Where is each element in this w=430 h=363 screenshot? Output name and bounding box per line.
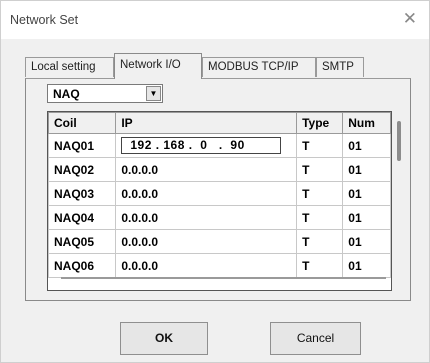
ip-cell[interactable]: 0.0.0.0 xyxy=(115,253,298,278)
num-cell[interactable]: 01 xyxy=(342,253,391,278)
ip-address-input[interactable]: 192 . 168 . 0 . 90 xyxy=(121,137,282,154)
ip-cell[interactable]: 192 . 168 . 0 . 90 xyxy=(115,133,298,158)
column-header-ip: IP xyxy=(115,112,298,134)
coil-cell: NAQ03 xyxy=(48,181,117,206)
cancel-button[interactable]: Cancel xyxy=(270,322,361,355)
coil-cell: NAQ05 xyxy=(48,229,117,254)
table-row[interactable]: NAQ01 192 . 168 . 0 . 90 T 01 xyxy=(48,133,391,158)
column-header-num: Num xyxy=(342,112,391,134)
coil-cell: NAQ02 xyxy=(48,157,117,182)
close-icon[interactable]: ✕ xyxy=(403,9,417,29)
select-value: NAQ xyxy=(53,87,80,101)
tab-network-io[interactable]: Network I/O xyxy=(114,53,202,79)
column-header-type: Type xyxy=(296,112,344,134)
table-row[interactable]: NAQ03 0.0.0.0 T 01 xyxy=(48,181,391,206)
title-bar: Network Set ✕ xyxy=(1,1,429,39)
tab-smtp[interactable]: SMTP xyxy=(316,57,364,77)
coil-cell: NAQ04 xyxy=(48,205,117,230)
ip-cell[interactable]: 0.0.0.0 xyxy=(115,205,298,230)
table-row[interactable]: NAQ05 0.0.0.0 T 01 xyxy=(48,229,391,254)
window-title: Network Set xyxy=(10,13,79,27)
horizontal-scrollbar[interactable] xyxy=(61,277,386,279)
type-cell[interactable]: T xyxy=(296,157,344,182)
num-cell[interactable]: 01 xyxy=(342,133,391,158)
ok-button[interactable]: OK xyxy=(120,322,208,355)
ip-cell[interactable]: 0.0.0.0 xyxy=(115,229,298,254)
num-cell[interactable]: 01 xyxy=(342,181,391,206)
coil-ip-grid: Coil IP Type Num NAQ01 192 . 168 . 0 . 9… xyxy=(47,111,392,291)
table-header-row: Coil IP Type Num xyxy=(48,112,391,134)
network-set-dialog: Network Set ✕ Local setting Network I/O … xyxy=(0,0,430,363)
tab-local-setting[interactable]: Local setting xyxy=(25,57,114,77)
coil-table: Coil IP Type Num NAQ01 192 . 168 . 0 . 9… xyxy=(48,112,391,278)
num-cell[interactable]: 01 xyxy=(342,229,391,254)
num-cell[interactable]: 01 xyxy=(342,205,391,230)
type-cell[interactable]: T xyxy=(296,181,344,206)
column-header-coil: Coil xyxy=(48,112,117,134)
coil-cell: NAQ06 xyxy=(48,253,117,278)
type-cell[interactable]: T xyxy=(296,229,344,254)
type-cell[interactable]: T xyxy=(296,133,344,158)
coil-cell: NAQ01 xyxy=(48,133,117,158)
ip-cell[interactable]: 0.0.0.0 xyxy=(115,157,298,182)
type-cell[interactable]: T xyxy=(296,253,344,278)
table-row[interactable]: NAQ06 0.0.0.0 T 01 xyxy=(48,253,391,278)
chevron-down-icon[interactable]: ▼ xyxy=(146,86,161,101)
type-cell[interactable]: T xyxy=(296,205,344,230)
ip-cell[interactable]: 0.0.0.0 xyxy=(115,181,298,206)
coil-type-select[interactable]: NAQ ▼ xyxy=(47,84,163,103)
vertical-scrollbar[interactable] xyxy=(397,121,401,161)
tab-modbus-tcp-ip[interactable]: MODBUS TCP/IP xyxy=(202,57,316,77)
table-row[interactable]: NAQ02 0.0.0.0 T 01 xyxy=(48,157,391,182)
table-row[interactable]: NAQ04 0.0.0.0 T 01 xyxy=(48,205,391,230)
num-cell[interactable]: 01 xyxy=(342,157,391,182)
